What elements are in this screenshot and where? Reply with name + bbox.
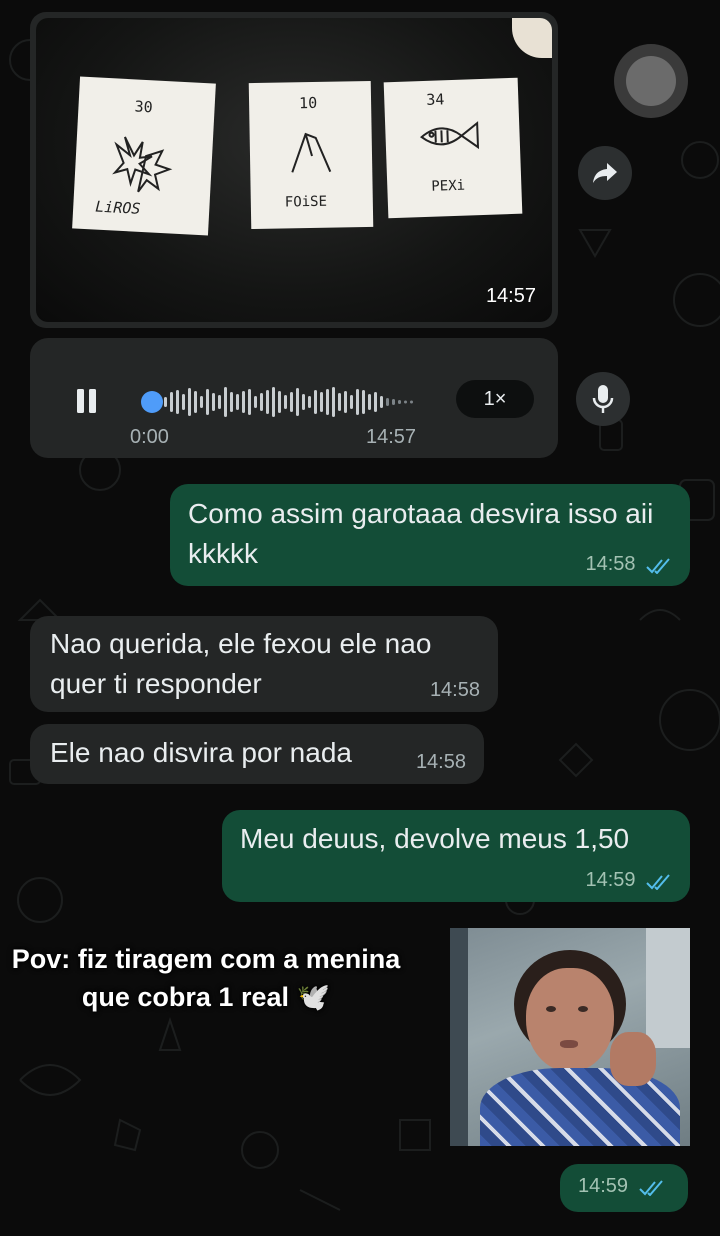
waveform-bar [368, 394, 371, 410]
photo-message-bubble[interactable]: 30 LiROS 10 FOiSE 34 PEXi 14:57 [30, 12, 558, 328]
microphone-icon [592, 385, 614, 413]
waveform-bar [182, 394, 185, 410]
waveform-bar [278, 391, 281, 413]
waveform-bar [236, 394, 239, 410]
card-number: 30 [134, 97, 154, 117]
voice-message-bubble[interactable]: 0:00 14:57 1× [30, 338, 558, 458]
waveform-bar [212, 393, 215, 411]
tarot-photo[interactable]: 30 LiROS 10 FOiSE 34 PEXi 14:57 [36, 18, 552, 322]
waveform-bar [248, 389, 251, 415]
record-icon [626, 56, 676, 106]
incoming-message[interactable]: Nao querida, ele fexou ele nao quer ti r… [30, 616, 498, 712]
waveform-bar [326, 389, 329, 415]
waveform-bar [386, 398, 389, 406]
message-text: Nao querida, ele fexou ele nao quer ti r… [50, 628, 432, 699]
forward-arrow-icon [593, 163, 617, 183]
double-check-icon [646, 874, 670, 890]
waveform-bar [356, 389, 359, 415]
pause-button[interactable] [72, 386, 102, 416]
waveform-bar [230, 392, 233, 412]
card-foise: 10 FOiSE [248, 80, 374, 230]
waveform-bar [296, 388, 299, 416]
waveform-bar [164, 397, 167, 407]
card-number: 10 [298, 93, 318, 113]
lily-drawing [112, 136, 173, 193]
hand [610, 1032, 656, 1086]
waveform-bar [170, 392, 173, 412]
waveform-bar [314, 390, 317, 414]
forward-button[interactable] [578, 146, 632, 200]
overlay-caption: Pov: fiz tiragem com a menina que cobra … [6, 940, 406, 1016]
waveform-bar [290, 392, 293, 412]
pause-icon [77, 389, 96, 413]
fish-drawing [419, 121, 480, 150]
waveform-bar [302, 394, 305, 410]
waveform-bar [320, 392, 323, 412]
waveform-bar [308, 396, 311, 408]
waveform-bar [380, 396, 383, 408]
outgoing-message[interactable]: Como assim garotaaa desvira isso aii kkk… [170, 484, 690, 586]
message-text: Ele nao disvira por nada [50, 737, 352, 768]
woman-face [526, 968, 614, 1072]
playback-speed-button[interactable]: 1× [456, 380, 534, 418]
message-time: 14:58 [585, 553, 636, 575]
waveform-bar [350, 395, 353, 409]
waveform-bar [362, 390, 365, 414]
waveform-bar [374, 392, 377, 412]
waveform-bar [344, 391, 347, 413]
incoming-message[interactable]: Ele nao disvira por nada 14:58 [30, 724, 484, 784]
card-liros: 30 LiROS [72, 76, 216, 236]
waveform-bar [272, 387, 275, 417]
playhead-dot[interactable] [141, 391, 163, 413]
waveform-bar [404, 400, 407, 404]
voice-elapsed: 0:00 [130, 426, 169, 448]
outgoing-media-footer[interactable]: 14:59 [560, 1164, 688, 1212]
outgoing-message[interactable]: Meu deuus, devolve meus 1,50 14:59 [222, 810, 690, 902]
waveform-bar [410, 400, 413, 404]
waveform-bar [194, 391, 197, 413]
waveform-bar [398, 400, 401, 404]
photo-time: 14:57 [485, 285, 536, 307]
message-time: 14:58 [415, 751, 466, 773]
waveform-bar [266, 390, 269, 414]
card-pexi: 34 PEXi [383, 77, 523, 219]
scythe-drawing [291, 132, 332, 173]
voice-time: 14:57 [366, 426, 417, 448]
waveform-bar [338, 393, 341, 411]
waveform-bar [224, 387, 227, 417]
card-number: 34 [425, 90, 445, 109]
message-time: 14:59 [585, 869, 636, 891]
reaction-image [450, 928, 690, 1146]
waveform-bar [200, 396, 203, 408]
double-check-icon [646, 558, 670, 574]
voice-waveform[interactable] [136, 382, 436, 422]
caption-text: Pov: fiz tiragem com a menina que cobra … [11, 944, 401, 1012]
message-text: Meu deuus, devolve meus 1,50 [240, 823, 630, 854]
card-word: LiROS [94, 197, 141, 218]
message-time: 14:58 [429, 679, 480, 701]
waveform-bar [188, 388, 191, 416]
message-time: 14:59 [578, 1175, 629, 1197]
waveform-bar [284, 395, 287, 409]
waveform-bar [392, 399, 395, 405]
waveform-bar [332, 387, 335, 417]
waveform-bar [254, 396, 257, 408]
transcribe-mic-button[interactable] [576, 372, 630, 426]
video-thumbnail-button[interactable] [614, 44, 688, 118]
playback-speed-label: 1× [483, 387, 507, 410]
waveform-bar [242, 391, 245, 413]
waveform-bar [260, 393, 263, 411]
waveform-bar [206, 389, 209, 415]
card-word: FOiSE [284, 193, 328, 211]
card-word: PEXi [431, 177, 466, 195]
double-check-icon [638, 1180, 663, 1196]
waveform-bar [176, 390, 179, 414]
waveform-bar [218, 395, 221, 409]
